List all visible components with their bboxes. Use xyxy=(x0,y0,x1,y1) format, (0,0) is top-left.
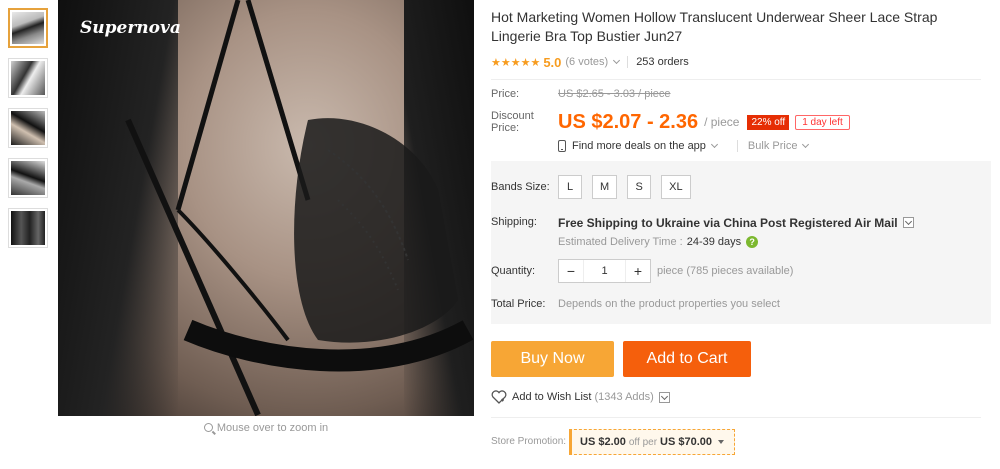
per-piece-unit: / piece xyxy=(704,115,740,129)
thumbnail-image xyxy=(12,12,44,44)
phone-icon xyxy=(558,140,566,152)
price-label: Price: xyxy=(491,88,520,100)
size-option-xl[interactable]: XL xyxy=(661,175,691,199)
shipping-method: Free Shipping to Ukraine via China Post … xyxy=(558,216,898,230)
store-promotion-label: Store Promotion: xyxy=(491,436,567,447)
magnifier-icon xyxy=(203,423,213,432)
shipping-dropdown-icon[interactable] xyxy=(902,217,914,228)
coupon-threshold: US $70.00 xyxy=(660,436,713,448)
caret-down-icon[interactable] xyxy=(718,440,725,444)
thumbnail-item[interactable] xyxy=(8,108,48,148)
total-price-label: Total Price: xyxy=(491,298,546,310)
product-title: Hot Marketing Women Hollow Translucent U… xyxy=(491,9,938,44)
brand-watermark: Supernova xyxy=(80,18,181,38)
store-coupon[interactable]: US $2.00 off per US $70.00 xyxy=(569,429,736,455)
lace-bra-graphic xyxy=(125,0,474,416)
rating-row: ★★★★★ 5.0 (6 votes) 253 orders xyxy=(491,54,991,70)
chevron-down-icon[interactable] xyxy=(613,56,621,65)
decrement-button[interactable]: − xyxy=(559,260,583,282)
discount-price: US $2.07 - 2.36 xyxy=(558,110,699,133)
price-block: Price: US $2.65 - 3.03 / piece Discount … xyxy=(491,88,991,152)
action-buttons: Buy Now Add to Cart xyxy=(491,341,751,377)
thumbnail-image xyxy=(11,61,45,95)
discount-price-row: Discount Price: US $2.07 - 2.36 / piece … xyxy=(491,110,991,134)
increment-button[interactable]: + xyxy=(626,260,650,282)
chevron-down-icon[interactable] xyxy=(802,140,810,149)
size-option-l[interactable]: L xyxy=(558,175,582,199)
coupon-amount: US $2.00 xyxy=(580,436,626,448)
wishlist-count: (1343 Adds) xyxy=(594,391,654,403)
quantity-available: piece (785 pieces available) xyxy=(657,265,794,277)
add-to-wishlist-link[interactable]: Add to Wish List xyxy=(512,391,591,403)
delivery-row: Estimated Delivery Time : 24-39 days ? xyxy=(558,236,759,248)
shipping-row: Shipping: Free Shipping to Ukraine via C… xyxy=(491,216,914,230)
total-price-row: Total Price: Depends on the product prop… xyxy=(491,298,780,310)
sizes-row: Bands Size: L M S XL xyxy=(491,175,701,199)
divider xyxy=(491,417,981,418)
orders-count: 253 orders xyxy=(636,56,689,68)
original-price: US $2.65 - 3.03 / piece xyxy=(558,88,671,100)
thumbnail-item[interactable] xyxy=(8,158,48,198)
original-price-row: Price: US $2.65 - 3.03 / piece xyxy=(491,88,991,100)
app-deals-row: Find more deals on the app Bulk Price xyxy=(558,140,991,152)
thumbnail-image xyxy=(11,111,45,145)
quantity-label: Quantity: xyxy=(491,265,536,277)
votes-link[interactable]: (6 votes) xyxy=(565,56,608,68)
app-deals-link[interactable]: Find more deals on the app xyxy=(572,140,706,152)
size-option-m[interactable]: M xyxy=(592,175,618,199)
sizes-label: Bands Size: xyxy=(491,181,550,193)
divider xyxy=(627,56,629,68)
size-option-s[interactable]: S xyxy=(627,175,652,199)
total-price-value: Depends on the product properties you se… xyxy=(558,298,780,310)
rating-score: 5.0 xyxy=(543,54,562,70)
main-product-image[interactable]: Supernova xyxy=(58,0,474,416)
thumbnail-image xyxy=(11,211,45,245)
thumbnail-image xyxy=(11,161,45,195)
wishlist-row: Add to Wish List (1343 Adds) xyxy=(491,390,670,404)
thumbnail-item[interactable] xyxy=(8,8,48,48)
delivery-days: 24-39 days xyxy=(686,236,742,248)
options-panel: Bands Size: L M S XL Shipping: Free Ship… xyxy=(491,161,991,324)
thumbnail-list xyxy=(8,8,50,258)
chevron-down-icon[interactable] xyxy=(710,140,718,149)
quantity-row: Quantity: − 1 + piece (785 pieces availa… xyxy=(491,259,793,283)
heart-icon[interactable] xyxy=(491,390,507,404)
quantity-input[interactable]: 1 xyxy=(583,260,626,282)
thumbnail-item[interactable] xyxy=(8,58,48,98)
delivery-label: Estimated Delivery Time : xyxy=(558,236,683,248)
discount-badge: 22% off xyxy=(747,114,790,130)
shipping-label: Shipping: xyxy=(491,216,537,228)
product-info: Hot Marketing Women Hollow Translucent U… xyxy=(491,8,991,152)
discount-price-label: Discount Price: xyxy=(491,110,534,134)
star-rating-icon: ★★★★★ xyxy=(491,56,541,69)
zoom-hint: Mouse over to zoom in xyxy=(58,422,474,434)
store-promotion-row: Store Promotion: US $2.00 off per US $70… xyxy=(491,429,736,455)
quantity-stepper: − 1 + xyxy=(558,259,651,283)
add-to-cart-button[interactable]: Add to Cart xyxy=(623,341,751,377)
thumbnail-item[interactable] xyxy=(8,208,48,248)
time-left-badge: 1 day left xyxy=(795,114,850,130)
coupon-per-text: off per xyxy=(628,436,658,448)
help-question-icon[interactable]: ? xyxy=(746,236,759,248)
wishlist-dropdown-icon[interactable] xyxy=(658,391,670,403)
divider xyxy=(491,79,981,80)
bulk-price-link[interactable]: Bulk Price xyxy=(736,140,797,152)
zoom-hint-text: Mouse over to zoom in xyxy=(216,422,329,434)
buy-now-button[interactable]: Buy Now xyxy=(491,341,614,377)
